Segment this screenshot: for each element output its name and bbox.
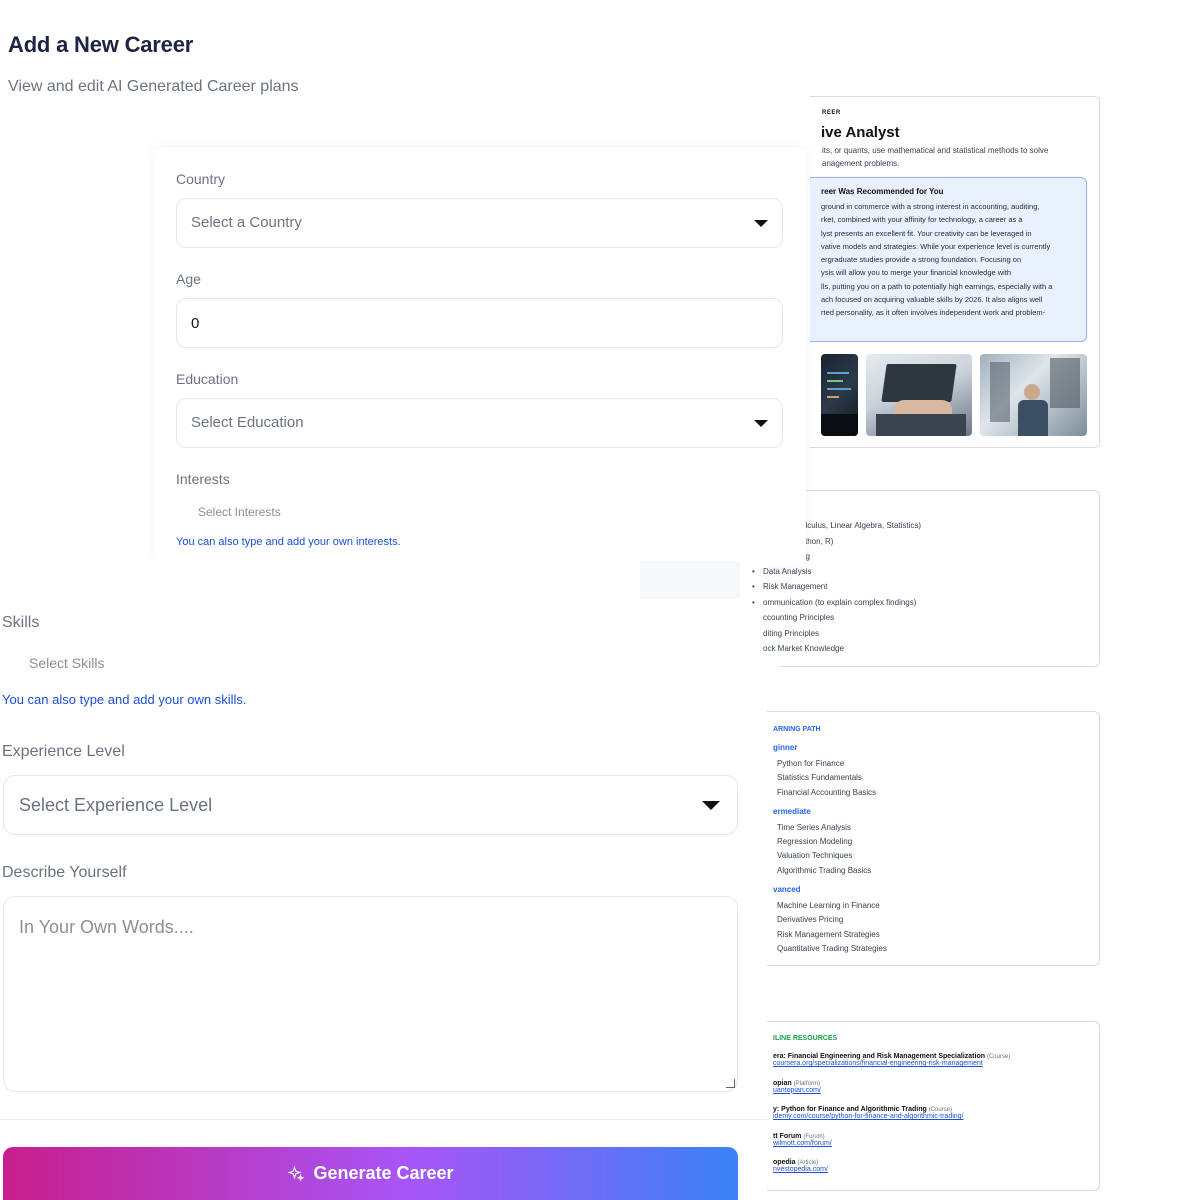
divider (0, 1119, 767, 1120)
recommendation-text: ground in commerce with a strong interes… (821, 202, 1053, 318)
level-beginner: ginner (773, 743, 798, 752)
resource-link[interactable]: uantopian.com/ (773, 1087, 1098, 1094)
resource-type: (Course) (986, 1054, 1011, 1060)
list-item: Python for Finance (777, 759, 845, 768)
skills-hint: You can also type and add your own skill… (2, 692, 247, 707)
describe-textarea[interactable]: In Your Own Words.... (3, 896, 738, 1092)
career-title: ive Analyst (821, 124, 900, 141)
age-input[interactable]: 0 (176, 298, 783, 348)
list-item: Regression Modeling (777, 837, 853, 847)
resource-name: tt Forum (773, 1132, 802, 1140)
list-item: Time Series Analysis (777, 822, 851, 832)
list-item: Valuation Techniques (777, 851, 853, 861)
list-item: ommunication (to explain complex finding… (763, 597, 917, 607)
career-eyebrow: REER (822, 110, 841, 116)
list-item: Derivatives Pricing (777, 915, 844, 925)
interests-hint: You can also type and add your own inter… (176, 536, 401, 548)
experience-select-value: Select Experience Level (19, 795, 213, 815)
resource-type: (Platform) (793, 1080, 820, 1087)
level-intermediate: ermediate (773, 806, 811, 816)
learning-path-title: ARNING PATH (773, 726, 821, 733)
recommendation-title: reer Was Recommended for You (821, 187, 944, 196)
chevron-down-icon (702, 801, 720, 810)
career-image-code-screen (821, 354, 858, 436)
describe-label: Describe Yourself (2, 864, 127, 881)
list-item: Risk Management (763, 582, 828, 592)
education-label: Education (176, 371, 239, 387)
career-description: its, or quants, use mathematical and sta… (822, 146, 1049, 168)
recommendation-box: reer Was Recommended for You ground in c… (810, 177, 1087, 342)
learning-path-card: ARNING PATH ginner Python for Finance St… (760, 711, 1100, 966)
education-select-value: Select Education (191, 414, 304, 431)
resource-name: era: Financial Engineering and Risk Mana… (773, 1053, 985, 1060)
lower-panel-shade (640, 561, 740, 599)
list-item: diting Principles (763, 628, 820, 638)
interests-label: Interests (176, 471, 230, 487)
list-item: Financial Accounting Basics (777, 787, 877, 797)
chevron-down-icon (754, 220, 768, 227)
career-image-lab (980, 354, 1087, 436)
skills-card-list-top: alculus, Linear Algebra, Statistics) yth… (801, 521, 922, 561)
experience-select[interactable]: Select Experience Level (3, 775, 738, 835)
resources-list: era: Financial Engineering and Risk Mana… (773, 1053, 1098, 1186)
resource-link[interactable]: nvestopedia.com/ (773, 1166, 1098, 1173)
list-item: ock Market Knowledge (763, 644, 844, 654)
resource-name: opian (773, 1079, 792, 1087)
list-item: Statistics Fundamentals (777, 773, 862, 783)
generate-career-label: Generate Career (313, 1163, 454, 1183)
resize-handle-icon[interactable] (726, 1079, 735, 1088)
page-subtitle: View and edit AI Generated Career plans (8, 78, 299, 95)
career-form-card: Country Select a Country Age 0 Education… (153, 147, 806, 567)
online-resources-card: ILINE RESOURCES era: Financial Engineeri… (760, 1021, 1100, 1191)
learning-path-levels: ginner Python for Finance Statistics Fun… (773, 743, 1093, 956)
skills-card-list-bottom: • Data Analysis • Risk Management • ommunic… (752, 567, 917, 654)
career-image-laptop (866, 354, 972, 436)
country-label: Country (176, 171, 226, 187)
skills-label: Skills (2, 614, 40, 631)
skills-input[interactable]: Select Skills (29, 655, 104, 671)
age-input-value: 0 (191, 315, 200, 332)
list-item: Machine Learning in Finance (777, 901, 880, 911)
experience-label: Experience Level (2, 743, 125, 760)
resource-type: (Forum) (803, 1133, 825, 1140)
lower-form-panel: Skills Select Skills You can also type a… (0, 561, 767, 1200)
career-card: REER ive Analyst its, or quants, use mat… (810, 96, 1100, 448)
generate-career-button[interactable]: Generate Career (3, 1147, 738, 1200)
resource-link[interactable]: coursera.org/specializations/financial-e… (773, 1060, 1098, 1067)
resource-name: y: Python for Finance and Algorithmic Tr… (773, 1106, 927, 1113)
education-select[interactable]: Select Education (176, 398, 783, 448)
describe-placeholder: In Your Own Words.... (19, 917, 194, 937)
list-item: Risk Management Strategies (777, 929, 880, 939)
resource-link[interactable]: wilmott.com/forum/ (773, 1140, 1098, 1147)
list-item: ccounting Principles (763, 613, 835, 623)
resource-name: opedia (773, 1159, 796, 1166)
list-item: Quantitative Trading Strategies (777, 943, 887, 953)
page-title: Add a New Career (8, 32, 194, 57)
country-select[interactable]: Select a Country (176, 198, 783, 248)
country-select-value: Select a Country (191, 214, 302, 231)
list-item: Data Analysis (763, 567, 812, 576)
resources-title: ILINE RESOURCES (773, 1035, 838, 1042)
resource-link[interactable]: idemy.com/course/python-for-finance-and-… (773, 1113, 1098, 1120)
list-item: Algorithmic Trading Basics (777, 865, 872, 875)
age-label: Age (176, 271, 201, 287)
level-advanced: vanced (773, 885, 801, 895)
chevron-down-icon (754, 420, 768, 427)
sparkle-icon (287, 1165, 305, 1183)
interests-input[interactable]: Select Interests (198, 505, 281, 519)
